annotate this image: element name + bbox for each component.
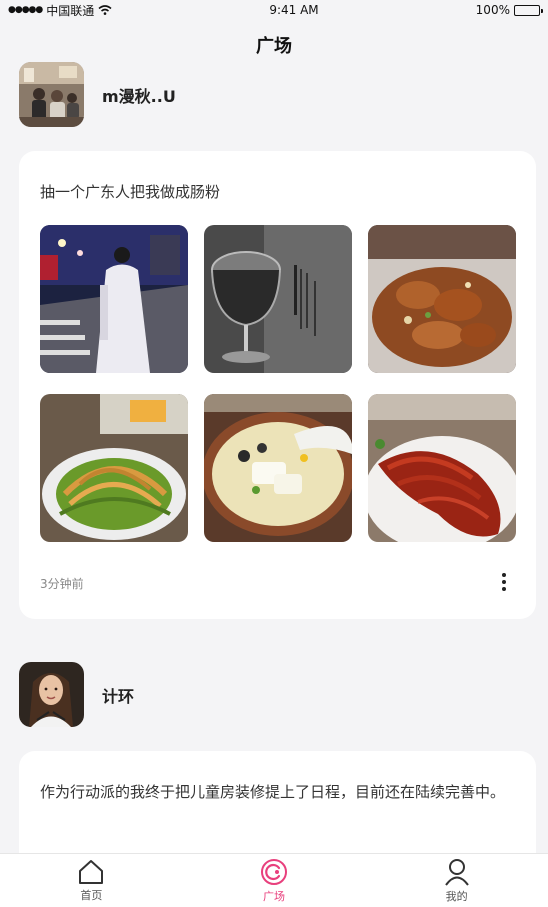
avatar[interactable] xyxy=(19,62,84,127)
photo-fried-meat[interactable] xyxy=(368,225,516,373)
more-icon xyxy=(502,573,506,577)
post-text: 抽一个广东人把我做成肠粉 xyxy=(40,183,221,201)
photo-tofu-soup[interactable] xyxy=(204,394,352,542)
photo-wine-glass[interactable] xyxy=(204,225,352,373)
tab-bar: 首页 广场 我的 xyxy=(0,853,548,907)
home-icon xyxy=(79,859,104,884)
tab-label: 我的 xyxy=(445,889,468,903)
status-bar: ●●●●● 中国联通 9:41 AM 100% xyxy=(0,0,548,20)
photo-roast-duck[interactable] xyxy=(368,394,516,542)
tab-mine[interactable]: 我的 xyxy=(365,854,548,907)
status-right: 100% xyxy=(475,3,543,17)
post-author-row[interactable]: 计环 xyxy=(19,662,134,727)
photo-shredded-salad[interactable] xyxy=(40,394,188,542)
avatar[interactable] xyxy=(19,662,84,727)
tab-home[interactable]: 首页 xyxy=(0,854,183,907)
battery-percent: 100% xyxy=(475,3,510,17)
post-author-row[interactable]: m漫秋..U xyxy=(19,62,176,127)
page-title: 广场 xyxy=(256,36,292,57)
tab-plaza[interactable]: 广场 xyxy=(183,854,366,907)
battery-icon xyxy=(513,4,543,16)
post-text: 作为行动派的我终于把儿童房装修提上了日程，目前还在陆续完善中。 xyxy=(40,783,506,801)
photo-night-street[interactable] xyxy=(40,225,188,373)
author-name[interactable]: 计环 xyxy=(102,683,134,707)
clock: 9:41 AM xyxy=(269,3,319,17)
post-timestamp: 3分钟前 xyxy=(40,577,84,591)
status-left: ●●●●● 中国联通 xyxy=(8,2,112,19)
carrier-label: 中国联通 xyxy=(46,3,95,18)
plaza-icon xyxy=(261,858,287,885)
post-card[interactable]: 抽一个广东人把我做成肠粉 3分钟前 xyxy=(19,151,536,619)
feed[interactable]: m漫秋..U 抽一个广东人把我做成肠粉 3分钟前 计环 作为行动派的我终于把儿童… xyxy=(0,58,548,853)
wifi-icon xyxy=(98,5,112,15)
tab-label: 广场 xyxy=(263,889,285,903)
more-options-button[interactable] xyxy=(494,571,514,593)
signal-icon: ●●●●● xyxy=(8,5,43,15)
tab-label: 首页 xyxy=(80,888,103,902)
author-name[interactable]: m漫秋..U xyxy=(102,83,176,107)
post-card[interactable]: 作为行动派的我终于把儿童房装修提上了日程，目前还在陆续完善中。 xyxy=(19,751,536,853)
user-icon xyxy=(444,858,469,886)
